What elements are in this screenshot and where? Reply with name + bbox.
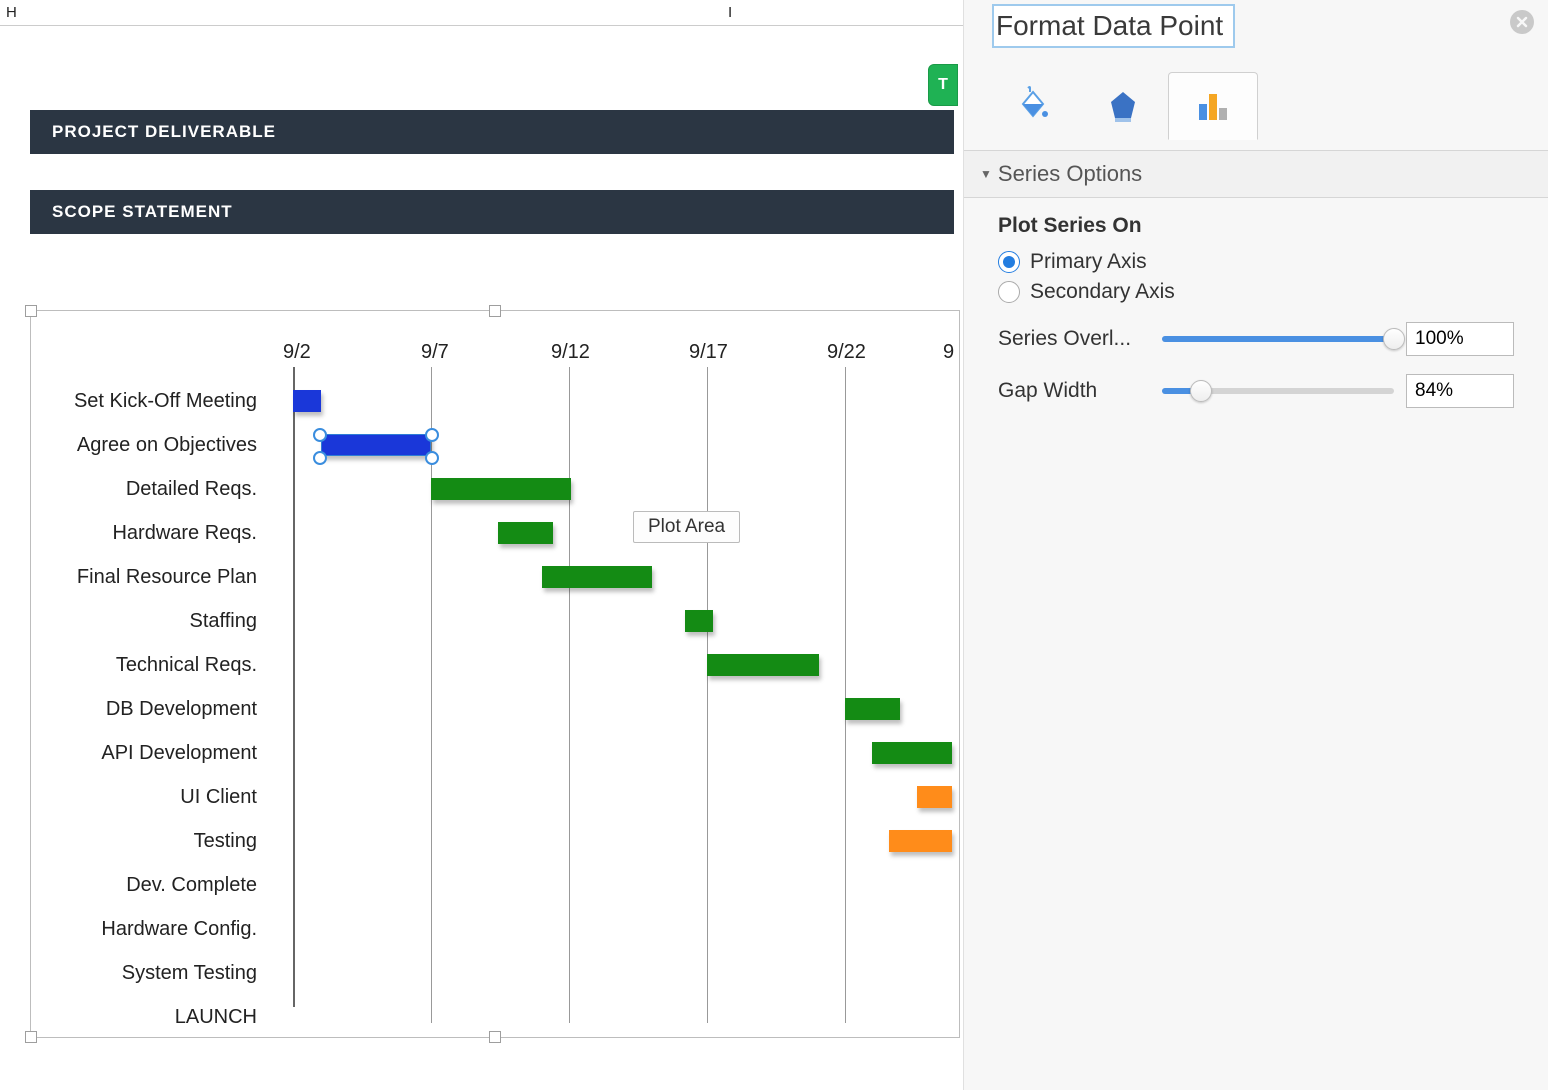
- y-category: UI Client: [43, 775, 263, 819]
- y-category: Agree on Objectives: [43, 423, 263, 467]
- radio-icon: [998, 281, 1020, 303]
- gantt-bar[interactable]: [845, 698, 900, 720]
- y-category: Dev. Complete: [43, 863, 263, 907]
- gantt-bar[interactable]: [872, 742, 952, 764]
- gantt-bar[interactable]: [889, 830, 952, 852]
- overlap-slider[interactable]: [1162, 336, 1394, 342]
- gap-input[interactable]: [1407, 375, 1548, 407]
- gantt-bar[interactable]: [293, 390, 321, 412]
- gantt-bar[interactable]: [917, 786, 952, 808]
- header-scope-statement: SCOPE STATEMENT: [30, 190, 954, 234]
- y-category: LAUNCH: [43, 995, 263, 1039]
- gantt-bar[interactable]: [542, 566, 652, 588]
- series-tab-icon[interactable]: [1168, 72, 1258, 140]
- chart-handle[interactable]: [25, 1031, 37, 1043]
- disclosure-triangle-icon: ▼: [980, 167, 992, 181]
- y-category: Detailed Reqs.: [43, 467, 263, 511]
- panel-title[interactable]: Format Data Point: [992, 4, 1235, 48]
- radio-icon: [998, 251, 1020, 273]
- col-header-h[interactable]: H: [6, 4, 17, 21]
- y-category: API Development: [43, 731, 263, 775]
- plot-on-label: Plot Series On: [998, 214, 1514, 238]
- secondary-axis-radio[interactable]: Secondary Axis: [998, 280, 1514, 304]
- chart-handle[interactable]: [25, 305, 37, 317]
- gap-value-box[interactable]: ▲▼: [1406, 374, 1514, 408]
- x-tick-label: 9/22: [827, 341, 866, 364]
- overlap-input[interactable]: [1407, 323, 1548, 355]
- y-category: System Testing: [43, 951, 263, 995]
- y-category: Final Resource Plan: [43, 555, 263, 599]
- y-category: Testing: [43, 819, 263, 863]
- x-tick-label: 9: [943, 341, 954, 364]
- primary-axis-radio[interactable]: Primary Axis: [998, 250, 1514, 274]
- gridline: [431, 367, 432, 1023]
- gridline: [569, 367, 570, 1023]
- bar-select-handle[interactable]: [313, 428, 327, 442]
- header-project-deliverable: PROJECT DELIVERABLE: [30, 110, 954, 154]
- y-category: Technical Reqs.: [43, 643, 263, 687]
- gantt-bar[interactable]: [685, 610, 713, 632]
- x-tick-label: 9/17: [689, 341, 728, 364]
- plot-area[interactable]: 9/2 9/7 9/12 9/17 9/22 9 Set Kick-Off Me…: [61, 339, 951, 1027]
- panel-tabs: [964, 48, 1548, 150]
- gantt-bar[interactable]: [707, 654, 819, 676]
- section-title: Series Options: [998, 161, 1142, 187]
- gantt-bar[interactable]: [431, 478, 571, 500]
- overlap-label: Series Overl...: [998, 327, 1150, 351]
- sheet-area: PROJECT DELIVERABLE SCOPE STATEMENT: [30, 28, 954, 270]
- col-header-i[interactable]: I: [728, 4, 732, 21]
- y-category: DB Development: [43, 687, 263, 731]
- slider-thumb[interactable]: [1383, 328, 1405, 350]
- top-green-button[interactable]: T: [928, 64, 958, 106]
- radio-label: Secondary Axis: [1030, 280, 1175, 304]
- chart-handle[interactable]: [489, 305, 501, 317]
- bar-select-handle[interactable]: [425, 451, 439, 465]
- slider-thumb[interactable]: [1190, 380, 1212, 402]
- overlap-value-box[interactable]: ▲▼: [1406, 322, 1514, 356]
- y-category: Staffing: [43, 599, 263, 643]
- bar-select-handle[interactable]: [425, 428, 439, 442]
- x-tick-label: 9/2: [283, 341, 311, 364]
- gantt-bar[interactable]: [498, 522, 553, 544]
- format-panel: Format Data Point: [963, 0, 1548, 1090]
- chart-handle[interactable]: [489, 1031, 501, 1043]
- gap-slider[interactable]: [1162, 388, 1394, 394]
- y-axis-line: [293, 367, 295, 1007]
- x-tick-label: 9/12: [551, 341, 590, 364]
- radio-label: Primary Axis: [1030, 250, 1147, 274]
- close-icon[interactable]: [1510, 10, 1534, 34]
- gridline: [845, 367, 846, 1023]
- y-category: Hardware Config.: [43, 907, 263, 951]
- x-tick-label: 9/7: [421, 341, 449, 364]
- series-options-header[interactable]: ▼ Series Options: [964, 150, 1548, 198]
- gap-label: Gap Width: [998, 379, 1150, 403]
- effects-tab-icon[interactable]: [1078, 72, 1168, 140]
- bar-select-handle[interactable]: [313, 451, 327, 465]
- fill-tab-icon[interactable]: [988, 72, 1078, 140]
- gantt-chart[interactable]: 9/2 9/7 9/12 9/17 9/22 9 Set Kick-Off Me…: [30, 310, 960, 1038]
- y-category: Set Kick-Off Meeting: [43, 379, 263, 423]
- plot-area-tooltip: Plot Area: [633, 511, 740, 543]
- y-category: Hardware Reqs.: [43, 511, 263, 555]
- gridline: [707, 367, 708, 1023]
- gantt-bar-selected[interactable]: [321, 434, 431, 456]
